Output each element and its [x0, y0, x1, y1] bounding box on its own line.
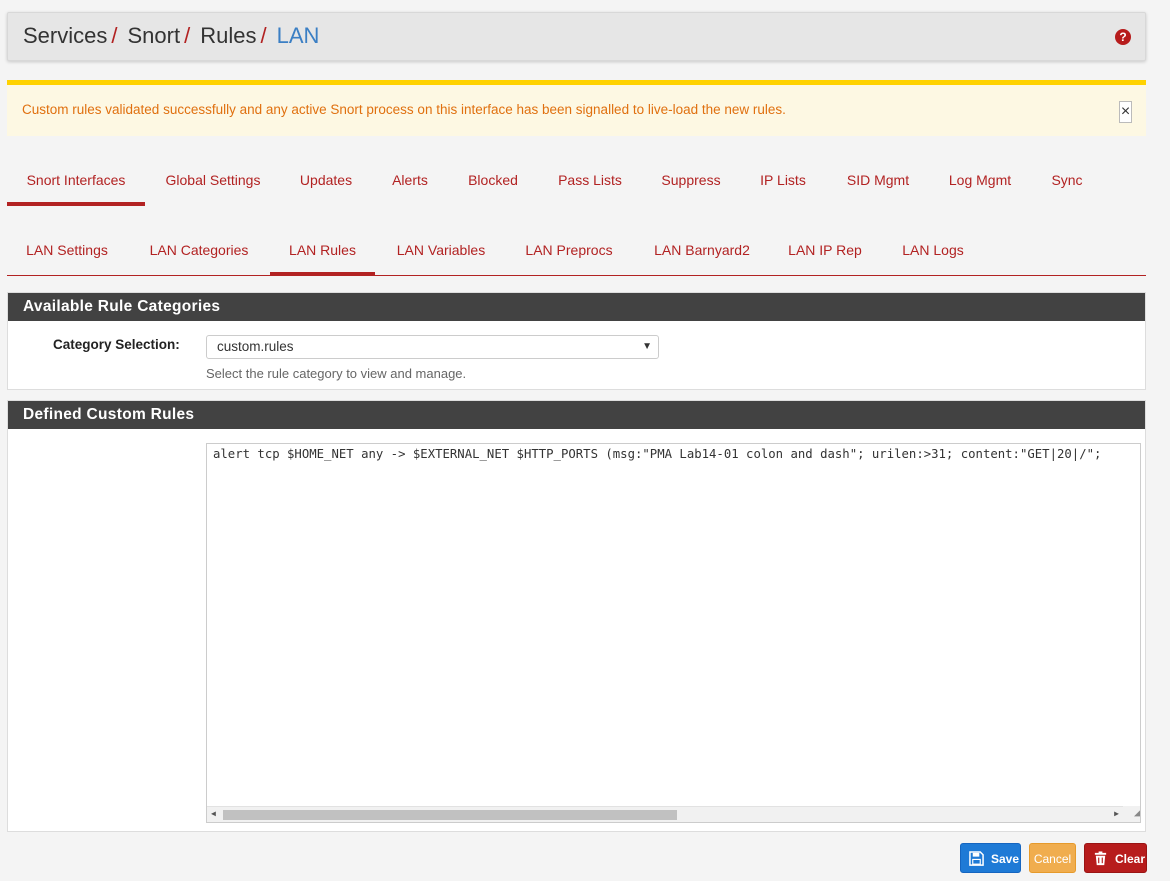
tab-snort-interfaces[interactable]: Snort Interfaces [7, 158, 145, 206]
caret-down-icon: ▼ [642, 341, 652, 352]
success-alert: Custom rules validated successfully and … [7, 80, 1146, 136]
custom-rules-panel: Defined Custom Rules alert tcp $HOME_NET… [7, 400, 1146, 832]
rule-categories-panel: Available Rule Categories Category Selec… [7, 292, 1146, 390]
tab-lan-barnyard2[interactable]: LAN Barnyard2 [644, 228, 760, 276]
primary-tabs: Snort Interfaces Global Settings Updates… [7, 158, 1146, 206]
tab-sync[interactable]: Sync [1040, 158, 1094, 206]
save-label: Save [991, 852, 1020, 866]
scroll-left-icon[interactable]: ◀ [211, 809, 216, 818]
category-select-value: custom.rules [217, 339, 294, 354]
category-select[interactable]: custom.rules ▼ [206, 335, 659, 359]
tab-ip-lists[interactable]: IP Lists [749, 158, 817, 206]
scroll-right-icon[interactable]: ▶ [1114, 809, 1119, 818]
tab-lan-categories[interactable]: LAN Categories [140, 228, 258, 276]
breadcrumb-services[interactable]: Services [23, 23, 107, 48]
clear-label: Clear [1115, 852, 1146, 866]
breadcrumb-snort[interactable]: Snort [127, 23, 180, 48]
tab-suppress[interactable]: Suppress [652, 158, 730, 206]
tab-lan-preprocs[interactable]: LAN Preprocs [516, 228, 622, 276]
tab-log-mgmt[interactable]: Log Mgmt [939, 158, 1021, 206]
breadcrumb-separator: / [184, 23, 191, 48]
tab-lan-rules[interactable]: LAN Rules [270, 228, 375, 276]
panel-title: Defined Custom Rules [8, 401, 1145, 429]
tab-global-settings[interactable]: Global Settings [154, 158, 272, 206]
floppy-disk-icon [969, 851, 984, 866]
resize-grip-icon[interactable]: ◢ [1123, 806, 1140, 822]
tab-sid-mgmt[interactable]: SID Mgmt [836, 158, 920, 206]
tab-blocked[interactable]: Blocked [458, 158, 528, 206]
panel-title: Available Rule Categories [8, 293, 1145, 321]
tab-pass-lists[interactable]: Pass Lists [547, 158, 633, 206]
tab-updates[interactable]: Updates [290, 158, 362, 206]
tab-lan-variables[interactable]: LAN Variables [387, 228, 495, 276]
alert-message: Custom rules validated successfully and … [22, 102, 786, 117]
interface-tabs: LAN Settings LAN Categories LAN Rules LA… [7, 228, 1146, 276]
tab-lan-logs[interactable]: LAN Logs [891, 228, 975, 276]
clear-button[interactable]: Clear [1084, 843, 1147, 873]
tab-lan-ip-rep[interactable]: LAN IP Rep [779, 228, 871, 276]
breadcrumb-separator: / [260, 23, 267, 48]
custom-rules-textarea[interactable]: alert tcp $HOME_NET any -> $EXTERNAL_NET… [206, 443, 1141, 823]
scrollbar-thumb[interactable] [223, 810, 677, 820]
category-help-text: Select the rule category to view and man… [206, 366, 467, 381]
tab-lan-settings[interactable]: LAN Settings [7, 228, 127, 276]
question-circle-icon[interactable]: ? [1115, 29, 1131, 45]
breadcrumb-separator: / [111, 23, 118, 48]
category-selection-label: Category Selection: [53, 337, 180, 352]
horizontal-scrollbar[interactable]: ◀ ▶ [207, 806, 1123, 822]
breadcrumb: Services / Snort / Rules / LAN [23, 23, 319, 49]
close-icon[interactable]: × [1119, 101, 1132, 123]
trash-icon [1094, 851, 1107, 866]
tab-alerts[interactable]: Alerts [380, 158, 440, 206]
page-header: Services / Snort / Rules / LAN ? [7, 12, 1146, 61]
breadcrumb-rules[interactable]: Rules [200, 23, 256, 48]
cancel-button[interactable]: Cancel [1029, 843, 1076, 873]
save-button[interactable]: Save [960, 843, 1021, 873]
breadcrumb-current[interactable]: LAN [277, 23, 320, 48]
rule-line: alert tcp $HOME_NET any -> $EXTERNAL_NET… [213, 447, 1102, 461]
